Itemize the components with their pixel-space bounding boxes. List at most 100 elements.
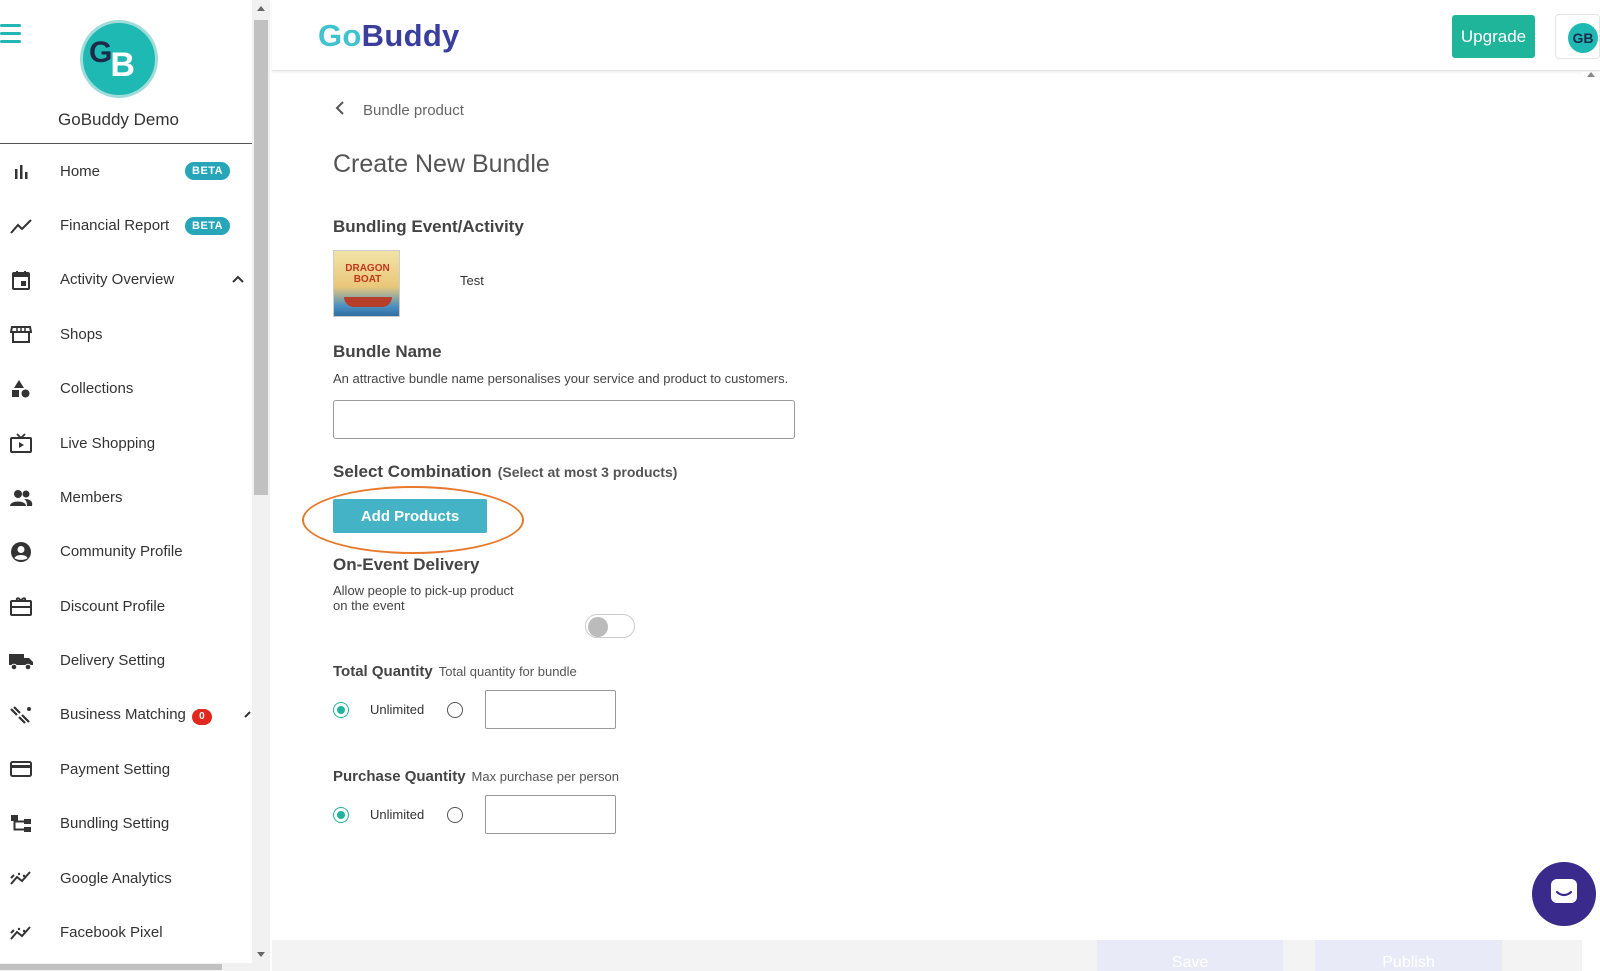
sidebar-scrollbar[interactable] [252, 0, 270, 971]
sidebar-item-label: Community Profile [60, 543, 183, 561]
credit-card-icon [8, 756, 34, 782]
shapes-icon [8, 376, 34, 402]
sidebar-item-label: Delivery Setting [60, 652, 166, 670]
sidebar-item-facebook-pixel[interactable]: Facebook Pixel [0, 905, 252, 959]
sidebar-item-members[interactable]: Members [0, 470, 252, 524]
purchase-quantity-custom-radio[interactable] [447, 806, 464, 823]
purchase-quantity-title-text: Purchase Quantity [333, 768, 466, 785]
total-quantity-custom-radio[interactable] [447, 701, 464, 718]
sidebar-item-google-analytics[interactable]: Google Analytics [0, 851, 252, 905]
add-products-button[interactable]: Add Products [333, 499, 487, 533]
total-quantity-options: Unlimited [333, 690, 617, 729]
sidebar-item-delivery-setting[interactable]: Delivery Setting [0, 634, 252, 688]
sidebar: GB GoBuddy Demo Home BETA Financial Repo… [0, 0, 252, 971]
sidebar-item-community-profile[interactable]: Community Profile [0, 525, 252, 579]
logo-go: Go [318, 18, 362, 53]
sidebar-item-business-matching[interactable]: Business Matching 0 [0, 688, 252, 742]
sidebar-item-bundling-setting[interactable]: Bundling Setting [0, 797, 252, 851]
beta-badge: BETA [185, 162, 231, 181]
total-quantity-input[interactable] [485, 690, 617, 729]
total-quantity-subtitle: Total quantity for bundle [438, 664, 577, 679]
sidebar-item-shops[interactable]: Shops [0, 307, 252, 361]
purchase-quantity-title: Purchase Quantity Max purchase per person [333, 768, 619, 785]
boat-shape [344, 297, 392, 307]
avatar-initials: GB [1572, 30, 1594, 46]
purchase-quantity-subtitle: Max purchase per person [471, 769, 619, 784]
purchase-quantity-input[interactable] [485, 795, 617, 834]
gift-card-icon [8, 593, 34, 619]
chevron-icon[interactable] [244, 706, 252, 724]
total-quantity-unlimited-radio[interactable] [333, 701, 349, 718]
sidebar-item-home[interactable]: Home BETA [0, 144, 252, 198]
breadcrumb-link[interactable]: Bundle product [363, 102, 464, 119]
scroll-down-arrow-icon[interactable] [257, 952, 265, 957]
bundle-name-title: Bundle Name [333, 342, 442, 361]
trend-line-icon [8, 213, 34, 239]
event-thumbnail-text: DRAGON BOAT [345, 263, 390, 285]
purchase-quantity-unlimited-radio[interactable] [333, 806, 349, 823]
sidebar-item-activity-overview[interactable]: Activity Overview [0, 253, 252, 307]
save-button[interactable]: Save [1097, 940, 1283, 971]
sidebar-item-label-text: Business Matching [60, 705, 186, 723]
total-quantity-title: Total Quantity Total quantity for bundle [333, 663, 577, 680]
logo-buddy: Buddy [361, 18, 460, 53]
top-bar: GoBuddy Upgrade GB [272, 0, 1600, 71]
sidebar-item-collections[interactable]: Collections [0, 362, 252, 416]
hamburger-menu-icon[interactable] [0, 24, 22, 44]
sidebar-item-live-shopping[interactable]: Live Shopping [0, 416, 252, 470]
sidebar-item-payment-setting[interactable]: Payment Setting [0, 742, 252, 796]
toggle-knob [588, 617, 608, 637]
org-name: GoBuddy Demo [58, 110, 179, 129]
on-event-delivery-description-line1: Allow people to pick-up product [333, 583, 514, 598]
event-name: Test [460, 273, 484, 288]
event-section-title: Bundling Event/Activity [333, 217, 524, 236]
chat-bubble-icon [1549, 877, 1579, 912]
avatar: GB [1568, 23, 1598, 53]
sidebar-item-label: Business Matching 0 [60, 706, 212, 725]
purchase-quantity-options: Unlimited [333, 795, 617, 834]
store-icon [8, 321, 34, 347]
combination-subtitle: (Select at most 3 products) [497, 464, 678, 480]
bundle-name-input[interactable] [333, 400, 795, 439]
breadcrumb: Bundle product [335, 101, 464, 119]
sidebar-item-financial-report[interactable]: Financial Report BETA [0, 198, 252, 252]
beta-badge: BETA [185, 216, 231, 235]
purchase-quantity-unlimited-label: Unlimited [370, 807, 425, 822]
on-event-delivery-toggle[interactable] [585, 614, 635, 638]
sidebar-item-label: Shops [60, 325, 103, 343]
back-chevron-icon[interactable] [335, 101, 345, 119]
combination-title: Select Combination (Select at most 3 prod… [333, 462, 677, 482]
sidebar-menu: Home BETA Financial Report BETA Activity… [0, 144, 252, 960]
account-circle-icon [8, 539, 34, 565]
sidebar-item-discount-profile[interactable]: Discount Profile [0, 579, 252, 633]
sidebar-item-label: Collections [60, 380, 134, 398]
publish-button[interactable]: Publish [1315, 940, 1502, 971]
sidebar-item-label: Discount Profile [60, 597, 166, 615]
sidebar-item-label: Financial Report [60, 217, 170, 235]
scroll-up-arrow-icon[interactable] [1587, 72, 1595, 77]
scrollbar-thumb[interactable] [254, 20, 268, 495]
total-quantity-unlimited-label: Unlimited [370, 702, 425, 717]
gobuddy-logo[interactable]: GoBuddy [318, 18, 460, 54]
sidebar-item-label: Google Analytics [60, 869, 172, 887]
chat-launcher-button[interactable] [1532, 862, 1596, 926]
sidebar-item-label: Members [60, 489, 123, 507]
upgrade-button[interactable]: Upgrade [1452, 15, 1535, 58]
handshake-icon [8, 702, 34, 728]
analytics-icon [8, 920, 34, 946]
total-quantity-title-text: Total Quantity [333, 663, 433, 680]
analytics-icon [8, 865, 34, 891]
sidebar-item-label: Home [60, 162, 101, 180]
live-tv-icon [8, 430, 34, 456]
calendar-icon [8, 267, 34, 293]
user-avatar-button[interactable]: GB [1555, 14, 1600, 59]
truck-icon [8, 648, 34, 674]
scroll-up-arrow-icon[interactable] [257, 6, 265, 11]
main-content: Bundle product Create New Bundle Bundlin… [272, 72, 1582, 971]
sidebar-horizontal-scrollbar[interactable] [0, 963, 252, 971]
page-title: Create New Bundle [333, 150, 550, 178]
event-thumbnail: DRAGON BOAT [333, 250, 400, 317]
chevron-up-icon[interactable] [231, 271, 245, 289]
main-scrollbar[interactable] [1582, 72, 1600, 971]
hierarchy-icon [8, 811, 34, 837]
